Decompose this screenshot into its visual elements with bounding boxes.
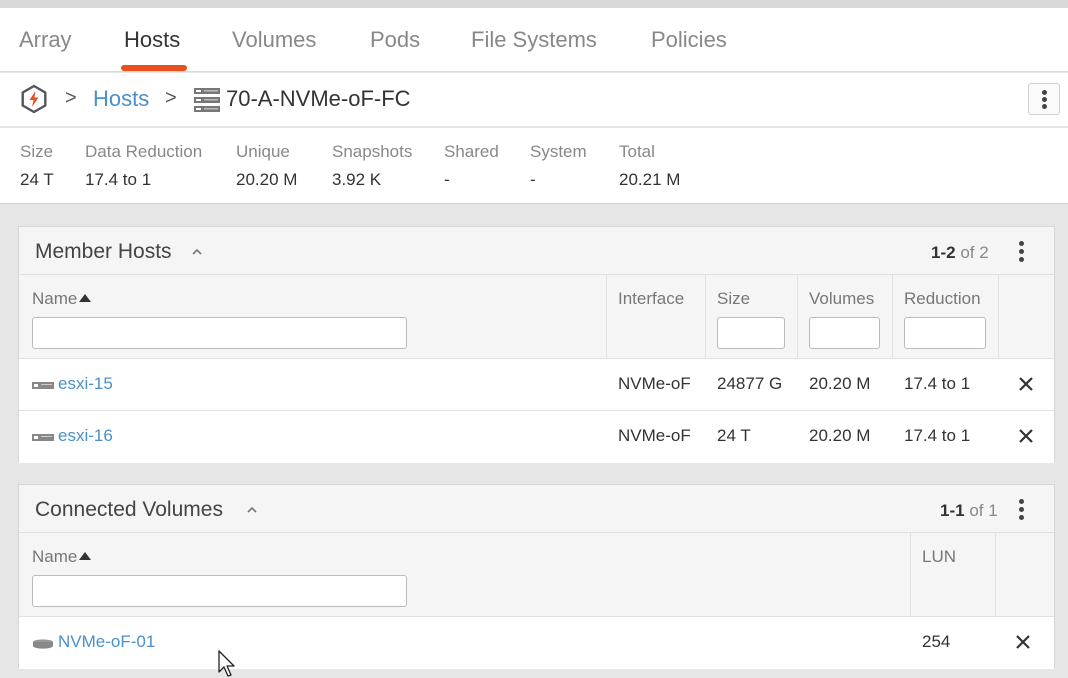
host-group-icon xyxy=(194,88,220,112)
host-size: 24 T xyxy=(717,426,751,445)
stat-system-value: - xyxy=(530,170,536,189)
size-filter-input[interactable] xyxy=(717,317,785,349)
volume-lun: 254 xyxy=(922,632,951,651)
host-interface: NVMe-oF xyxy=(618,426,691,445)
remove-host-close-icon[interactable] xyxy=(1018,428,1034,444)
member-hosts-panel: Member Hosts 1-2 of 2 Name Interface Siz… xyxy=(18,226,1055,463)
column-divider xyxy=(910,533,911,617)
host-size: 24877 G xyxy=(717,374,783,393)
page-total: of 1 xyxy=(969,501,998,520)
table-row: esxi-16 NVMe-oF 24 T 20.20 M 17.4 to 1 xyxy=(19,411,1054,463)
tab-hosts[interactable]: Hosts xyxy=(124,26,180,54)
page-range: 1-1 xyxy=(940,501,965,520)
reduction-filter-input[interactable] xyxy=(904,317,986,349)
stat-size-value: 24 T xyxy=(20,170,54,189)
volume-name-filter-input[interactable] xyxy=(32,575,407,607)
col-lun-header[interactable]: LUN xyxy=(922,547,956,567)
tab-volumes[interactable]: Volumes xyxy=(232,26,316,54)
stat-snapshots-value: 3.92 K xyxy=(332,170,382,189)
member-hosts-menu-icon[interactable] xyxy=(1019,241,1025,263)
host-icon xyxy=(32,382,54,389)
host-name-link[interactable]: esxi-15 xyxy=(58,374,113,394)
volume-name-link[interactable]: NVMe-oF-01 xyxy=(58,632,155,652)
page-range: 1-2 xyxy=(931,243,956,262)
collapse-chevron-up-icon[interactable] xyxy=(192,247,202,257)
member-hosts-title: Member Hosts xyxy=(35,240,172,263)
stat-data-reduction-label: Data Reduction xyxy=(85,142,203,161)
stat-system-label: System xyxy=(530,142,587,161)
page-title: 70-A-NVMe-oF-FC xyxy=(226,86,411,111)
member-hosts-pagination: 1-2 of 2 xyxy=(931,243,989,263)
stat-unique-value: 20.20 M xyxy=(236,170,298,189)
column-divider xyxy=(606,275,607,359)
col-name-label: Name xyxy=(32,547,78,566)
host-reduction: 17.4 to 1 xyxy=(904,426,971,445)
column-divider xyxy=(998,275,999,359)
more-actions-button[interactable] xyxy=(1028,83,1060,115)
column-divider xyxy=(705,275,706,359)
tab-file-systems[interactable]: File Systems xyxy=(471,26,597,54)
collapse-chevron-up-icon[interactable] xyxy=(247,505,257,515)
host-interface: NVMe-oF xyxy=(618,374,691,393)
stat-shared-label: Shared xyxy=(444,142,499,161)
volume-icon xyxy=(33,639,53,649)
array-home-icon[interactable] xyxy=(19,84,49,114)
host-name-link[interactable]: esxi-16 xyxy=(58,426,113,446)
host-icon xyxy=(32,434,54,441)
connected-volumes-pagination: 1-1 of 1 xyxy=(940,501,998,521)
breadcrumb-separator: > xyxy=(65,87,77,109)
col-name-header[interactable]: Name xyxy=(32,289,92,309)
column-divider xyxy=(892,275,893,359)
member-hosts-header: Member Hosts 1-2 of 2 xyxy=(19,227,1054,275)
sort-ascending-icon xyxy=(79,294,92,302)
mouse-pointer-icon xyxy=(218,650,235,677)
disconnect-volume-close-icon[interactable] xyxy=(1015,634,1031,650)
breadcrumb: > Hosts > 70-A-NVMe-oF-FC xyxy=(0,73,1068,127)
main-nav: Array Hosts Volumes Pods File Systems Po… xyxy=(0,8,1068,72)
host-group-stats: Size 24 T Data Reduction 17.4 to 1 Uniqu… xyxy=(0,128,1068,204)
kebab-icon xyxy=(1041,89,1047,109)
tab-pods[interactable]: Pods xyxy=(370,26,420,54)
host-volumes: 20.20 M xyxy=(809,426,871,445)
connected-volumes-table-header: Name LUN xyxy=(19,533,1054,617)
col-name-label: Name xyxy=(32,289,78,308)
sort-ascending-icon xyxy=(79,552,92,560)
table-row: esxi-15 NVMe-oF 24877 G 20.20 M 17.4 to … xyxy=(19,359,1054,411)
remove-host-close-icon[interactable] xyxy=(1018,376,1034,392)
table-row: NVMe-oF-01 254 xyxy=(19,617,1054,669)
stat-size-label: Size xyxy=(20,142,54,161)
col-size-header[interactable]: Size xyxy=(717,289,750,309)
stat-total-value: 20.21 M xyxy=(619,170,681,189)
breadcrumb-separator: > xyxy=(165,87,177,109)
connected-volumes-title: Connected Volumes xyxy=(35,498,223,521)
member-hosts-table-header: Name Interface Size Volumes Reduction xyxy=(19,275,1054,359)
tab-array[interactable]: Array xyxy=(19,26,72,54)
col-name-header[interactable]: Name xyxy=(32,547,92,567)
column-divider xyxy=(797,275,798,359)
breadcrumb-hosts-link[interactable]: Hosts xyxy=(93,86,149,112)
top-strip xyxy=(0,0,1068,8)
col-reduction-header[interactable]: Reduction xyxy=(904,289,981,309)
stat-snapshots-label: Snapshots xyxy=(332,142,413,161)
name-filter-input[interactable] xyxy=(32,317,407,349)
page-total: of 2 xyxy=(960,243,989,262)
connected-volumes-header: Connected Volumes 1-1 of 1 xyxy=(19,485,1054,533)
stat-unique-label: Unique xyxy=(236,142,290,161)
stat-data-reduction-value: 17.4 to 1 xyxy=(85,170,152,189)
host-reduction: 17.4 to 1 xyxy=(904,374,971,393)
host-volumes: 20.20 M xyxy=(809,374,871,393)
tab-policies[interactable]: Policies xyxy=(651,26,727,54)
connected-volumes-panel: Connected Volumes 1-1 of 1 Name LUN NVMe… xyxy=(18,484,1055,669)
volumes-filter-input[interactable] xyxy=(809,317,880,349)
stat-shared-value: - xyxy=(444,170,450,189)
stat-total-label: Total xyxy=(619,142,655,161)
col-interface-header[interactable]: Interface xyxy=(618,289,684,309)
column-divider xyxy=(995,533,996,617)
col-volumes-header[interactable]: Volumes xyxy=(809,289,874,309)
connected-volumes-menu-icon[interactable] xyxy=(1019,499,1025,521)
active-tab-indicator xyxy=(121,65,187,71)
